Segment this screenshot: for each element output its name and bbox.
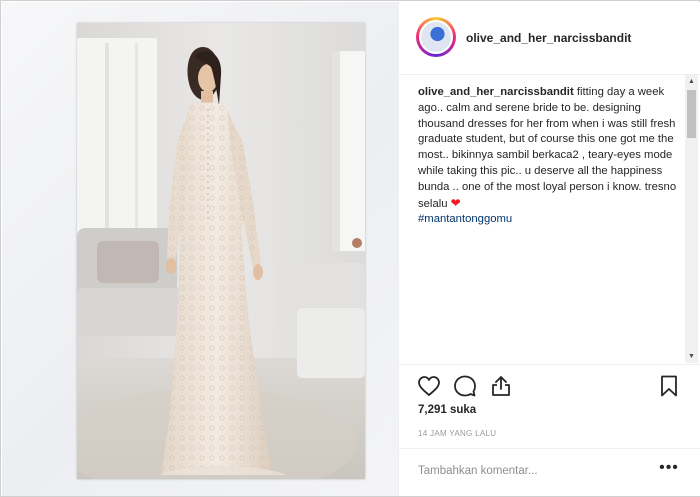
caption-username-link[interactable]: olive_and_her_narcissbandit bbox=[418, 86, 574, 98]
avatar-image bbox=[421, 22, 451, 52]
post-header: olive_and_her_narcissbandit bbox=[399, 2, 700, 75]
more-options-icon[interactable]: ••• bbox=[659, 460, 679, 477]
avatar-ring-inner bbox=[419, 20, 453, 54]
caption-scroll-area: olive_and_her_narcissbandit fitting day … bbox=[399, 75, 685, 363]
scroll-down-arrow-icon[interactable]: ▼ bbox=[685, 350, 698, 363]
like-button[interactable] bbox=[417, 374, 441, 398]
post-details-panel: olive_and_her_narcissbandit olive_and_he… bbox=[398, 2, 700, 496]
save-button[interactable] bbox=[657, 374, 681, 398]
scroll-up-arrow-icon[interactable]: ▲ bbox=[685, 75, 698, 88]
comment-input[interactable] bbox=[418, 461, 648, 481]
header-username-link[interactable]: olive_and_her_narcissbandit bbox=[466, 31, 631, 45]
post-media-pane bbox=[2, 2, 398, 496]
share-arrow-icon bbox=[492, 376, 510, 396]
post-timestamp[interactable]: 14 JAM YANG LALU bbox=[418, 429, 496, 438]
like-count[interactable]: 7,291 suka bbox=[418, 404, 476, 416]
comment-bar: ••• bbox=[399, 448, 700, 497]
heart-outline-icon bbox=[418, 376, 440, 397]
action-bar bbox=[399, 364, 700, 405]
comment-button[interactable] bbox=[453, 374, 477, 398]
post-modal: olive_and_her_narcissbandit olive_and_he… bbox=[0, 0, 700, 497]
share-button[interactable] bbox=[489, 374, 513, 398]
scroll-thumb[interactable] bbox=[687, 90, 696, 138]
bride-in-lace-dress-photo bbox=[77, 23, 365, 479]
caption-scrollbar[interactable]: ▲ ▼ bbox=[685, 75, 698, 363]
caption-text: fitting day a week ago.. calm and serene… bbox=[418, 86, 677, 210]
avatar[interactable] bbox=[416, 17, 456, 57]
comment-bubble-icon bbox=[454, 375, 476, 397]
post-photo[interactable] bbox=[77, 23, 365, 479]
heart-emoji: ❤ bbox=[450, 195, 461, 210]
hashtag-link[interactable]: #mantantonggomu bbox=[418, 213, 512, 225]
caption: olive_and_her_narcissbandit fitting day … bbox=[418, 85, 680, 228]
bookmark-icon bbox=[661, 375, 677, 397]
